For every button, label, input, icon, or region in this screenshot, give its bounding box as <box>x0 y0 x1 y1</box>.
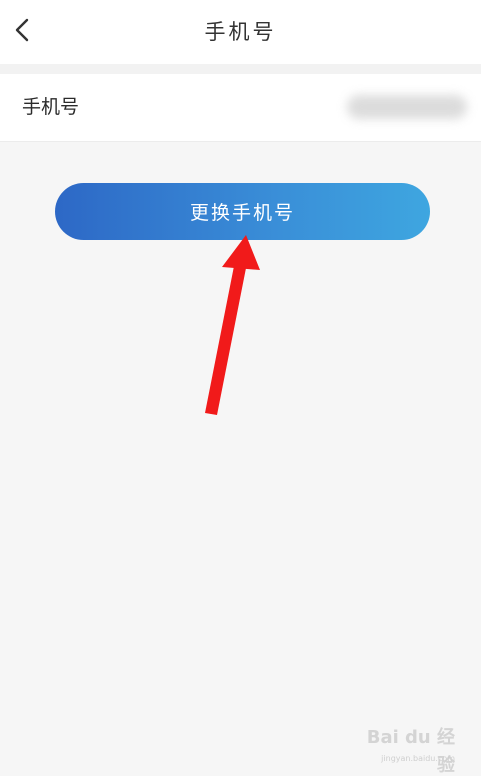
arrow-head <box>222 235 260 270</box>
phone-number-value-blurred <box>347 95 467 119</box>
watermark-logo: Bai du 经验 <box>366 727 455 776</box>
phone-row-label: 手机号 <box>22 96 80 118</box>
watermark-url: jingyan.baidu.com <box>381 754 455 763</box>
phone-number-row: 手机号 <box>0 74 481 142</box>
phone-number-page: 手机号 手机号 更换手机号 Bai du 经验 jingyan.baidu.co… <box>0 0 481 776</box>
change-phone-button[interactable]: 更换手机号 <box>55 183 430 240</box>
section-divider <box>0 64 481 74</box>
nav-bar: 手机号 <box>0 0 481 64</box>
chevron-left-icon <box>15 18 29 42</box>
baidu-jingyan-watermark: Bai du 经验 jingyan.baidu.com <box>355 718 455 776</box>
page-title: 手机号 <box>204 20 277 44</box>
back-button[interactable] <box>6 12 38 48</box>
red-arrow-annotation <box>205 235 260 415</box>
arrow-shaft <box>205 261 247 415</box>
